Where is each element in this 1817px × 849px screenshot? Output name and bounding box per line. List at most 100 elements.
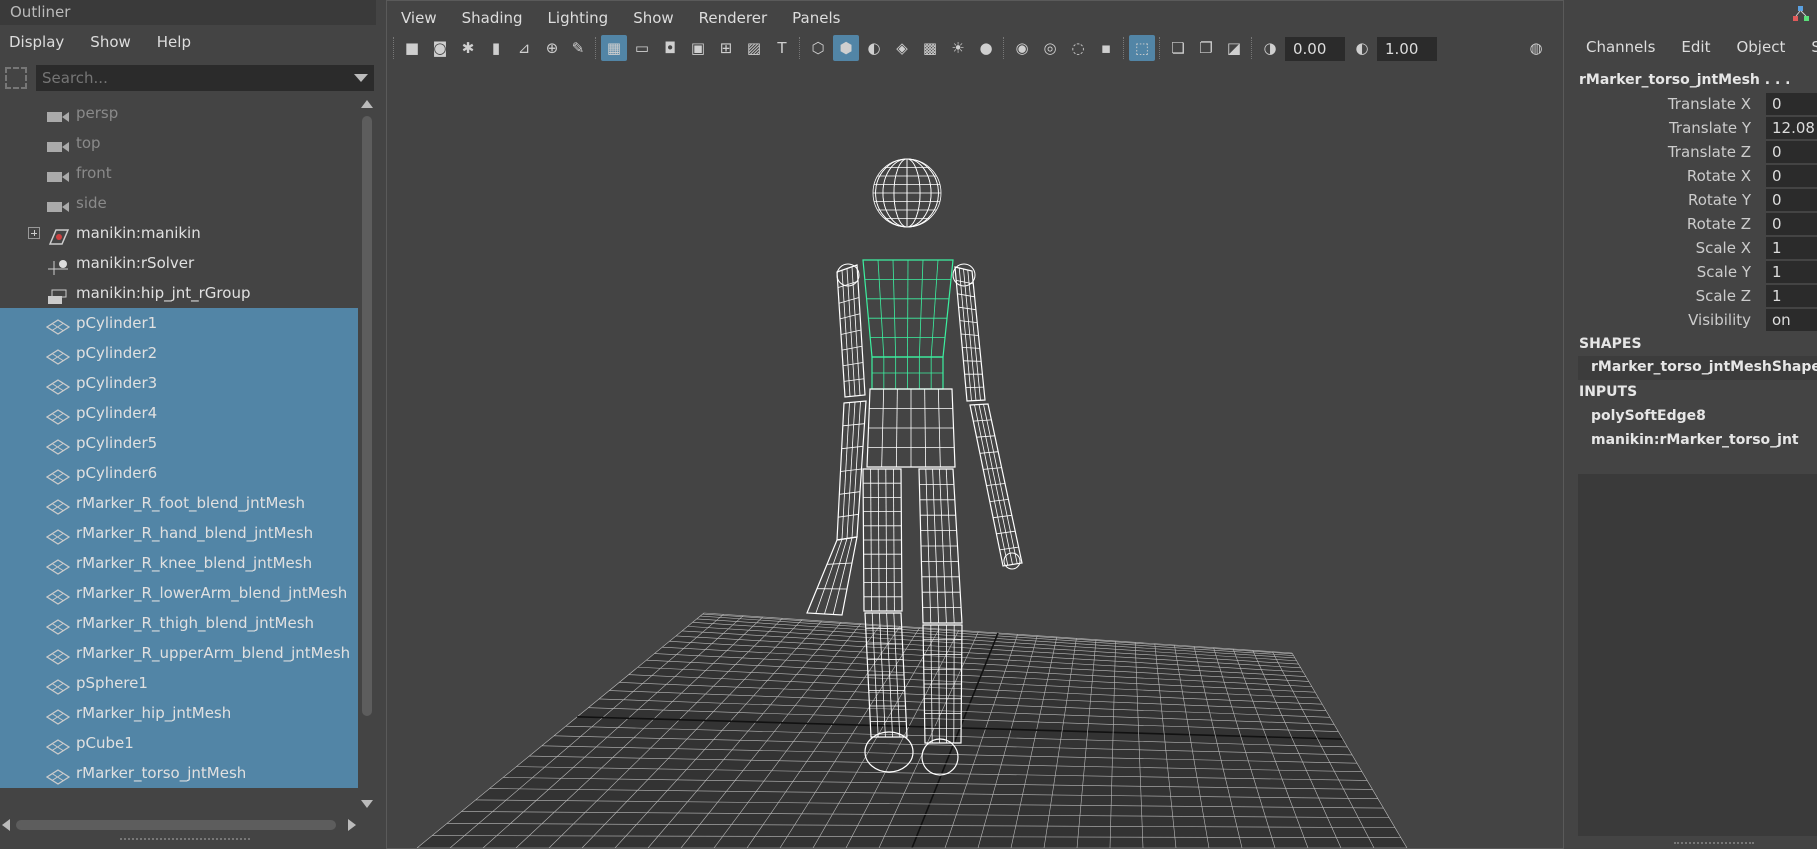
gamma-icon[interactable]: ◐ (1349, 35, 1375, 61)
channel-menu-edit[interactable]: Edit (1681, 38, 1710, 56)
wireframe-on-shaded-icon[interactable]: ◈ (889, 35, 915, 61)
scroll-left-icon[interactable] (2, 819, 10, 831)
smooth-shade-icon[interactable]: ⬢ (833, 35, 859, 61)
channel-attribute-row[interactable]: Rotate Z 0 (1574, 212, 1817, 236)
channel-menu-object[interactable]: Object (1736, 38, 1785, 56)
channel-attribute-row[interactable]: Scale Y 1 (1574, 260, 1817, 284)
shape-row[interactable]: rMarker_torso_jntMeshShape (1578, 356, 1817, 380)
outliner-item[interactable]: manikin:hip_jnt_rGroup (0, 278, 358, 308)
scroll-right-icon[interactable] (348, 819, 356, 831)
outliner-item[interactable]: rMarker_R_hand_blend_jntMesh (0, 518, 358, 548)
resize-grip[interactable] (120, 838, 250, 842)
attribute-name[interactable]: Translate Y (1581, 116, 1751, 140)
viewport-menu-renderer[interactable]: Renderer (699, 9, 767, 27)
hip-mesh[interactable] (866, 388, 956, 468)
channel-attribute-row[interactable]: Scale X 1 (1574, 236, 1817, 260)
left-hand-mesh[interactable] (806, 536, 858, 616)
pencil-icon[interactable]: ✎ (565, 35, 591, 61)
torso-mesh[interactable] (862, 259, 954, 358)
attribute-name[interactable]: Rotate Y (1581, 188, 1751, 212)
outliner-item[interactable]: manikin:rSolver (0, 248, 358, 278)
outliner-item[interactable]: rMarker_torso_jntMesh (0, 758, 358, 788)
grease-pencil-icon[interactable]: ⊿ (511, 35, 537, 61)
outliner-item[interactable]: pCylinder1 (0, 308, 358, 338)
shadows-icon[interactable]: ● (973, 35, 999, 61)
filter-icon[interactable] (5, 67, 27, 89)
channel-node-name[interactable]: rMarker_torso_jntMesh . . . (1579, 72, 1790, 88)
depth-of-field-icon[interactable]: ▪ (1093, 35, 1119, 61)
color-management-icon[interactable]: ◍ (1523, 35, 1549, 61)
outliner-item[interactable]: rMarker_R_foot_blend_jntMesh (0, 488, 358, 518)
channel-attribute-row[interactable]: Translate Z 0 (1574, 140, 1817, 164)
attribute-value[interactable]: on (1766, 309, 1817, 331)
outliner-item[interactable]: pCylinder5 (0, 428, 358, 458)
outliner-item[interactable]: top (0, 128, 358, 158)
channel-attribute-row[interactable]: Translate Y 12.08 (1574, 116, 1817, 140)
outliner-item[interactable]: pCylinder6 (0, 458, 358, 488)
exposure-field[interactable]: 0.00 (1285, 37, 1345, 61)
xray-icon[interactable]: ❏ (1165, 35, 1191, 61)
channel-attribute-row[interactable]: Rotate X 0 (1574, 164, 1817, 188)
left-upper-arm-mesh[interactable] (836, 264, 866, 398)
screen-space-ao-icon[interactable]: ◉ (1009, 35, 1035, 61)
xray-joints-icon[interactable]: ❐ (1193, 35, 1219, 61)
attribute-value[interactable]: 0 (1766, 213, 1817, 235)
use-all-lights-icon[interactable]: ☀ (945, 35, 971, 61)
safe-action-icon[interactable]: ▨ (741, 35, 767, 61)
camera-settings-icon[interactable]: ✱ (455, 35, 481, 61)
channel-attribute-row[interactable]: Scale Z 1 (1574, 284, 1817, 308)
scroll-up-icon[interactable] (361, 100, 373, 108)
search-dropdown-icon[interactable] (354, 74, 368, 82)
exposure-icon[interactable]: ◑ (1257, 35, 1283, 61)
tumble-icon[interactable]: ⊕ (539, 35, 565, 61)
gate-mask-icon[interactable]: ▣ (685, 35, 711, 61)
motion-blur-icon[interactable]: ◎ (1037, 35, 1063, 61)
hscroll-thumb[interactable] (16, 820, 336, 830)
attribute-value[interactable]: 0 (1766, 141, 1817, 163)
head-sphere[interactable] (872, 158, 942, 228)
outliner-item[interactable]: pSphere1 (0, 668, 358, 698)
attribute-name[interactable]: Translate Z (1581, 140, 1751, 164)
outliner-item[interactable]: front (0, 158, 358, 188)
outliner-item[interactable]: rMarker_R_knee_blend_jntMesh (0, 548, 358, 578)
outliner-menu-show[interactable]: Show (90, 33, 130, 51)
channel-attribute-row[interactable]: Translate X 0 (1574, 92, 1817, 116)
film-gate-icon[interactable]: ▭ (629, 35, 655, 61)
outliner-item[interactable]: rMarker_R_lowerArm_blend_jntMesh (0, 578, 358, 608)
outliner-vertical-scrollbar[interactable] (358, 98, 376, 808)
resolution-gate-icon[interactable]: ◘ (657, 35, 683, 61)
gamma-field[interactable]: 1.00 (1377, 37, 1437, 61)
input-item[interactable]: polySoftEdge8 (1591, 408, 1706, 424)
outliner-item[interactable]: pCube1 (0, 728, 358, 758)
left-thigh-mesh[interactable] (862, 468, 903, 612)
attribute-value[interactable]: 1 (1766, 261, 1817, 283)
outliner-item[interactable]: persp (0, 98, 358, 128)
right-thigh-mesh[interactable] (918, 468, 963, 624)
viewport-menu-shading[interactable]: Shading (462, 9, 523, 27)
outliner-item[interactable]: side (0, 188, 358, 218)
viewport-menu-lighting[interactable]: Lighting (548, 9, 609, 27)
viewport-scene[interactable] (387, 67, 1563, 848)
select-camera-icon[interactable]: ■ (399, 35, 425, 61)
attribute-value[interactable]: 1 (1766, 285, 1817, 307)
channel-menu-show[interactable]: Sh (1811, 38, 1817, 56)
outliner-item[interactable]: pCylinder2 (0, 338, 358, 368)
left-lower-arm-mesh[interactable] (836, 400, 867, 541)
attribute-name[interactable]: Rotate X (1581, 164, 1751, 188)
isolate-select-icon[interactable]: ⬚ (1129, 35, 1155, 61)
attribute-value[interactable]: 0 (1766, 165, 1817, 187)
anti-aliasing-icon[interactable]: ◌ (1065, 35, 1091, 61)
attribute-name[interactable]: Visibility (1581, 308, 1751, 332)
wireframe-icon[interactable]: ⬡ (805, 35, 831, 61)
viewport-menu-show[interactable]: Show (633, 9, 673, 27)
scroll-down-icon[interactable] (361, 800, 373, 808)
torso-lower-mesh[interactable] (871, 356, 944, 390)
attribute-name[interactable]: Translate X (1581, 92, 1751, 116)
outliner-item[interactable]: rMarker_hip_jntMesh (0, 698, 358, 728)
safe-title-icon[interactable]: T (769, 35, 795, 61)
attribute-value[interactable]: 12.08 (1766, 117, 1817, 139)
outliner-item[interactable]: rMarker_R_thigh_blend_jntMesh (0, 608, 358, 638)
expand-icon[interactable] (28, 227, 40, 239)
outliner-item[interactable]: rMarker_R_upperArm_blend_jntMesh (0, 638, 358, 668)
attribute-name[interactable]: Scale Z (1581, 284, 1751, 308)
